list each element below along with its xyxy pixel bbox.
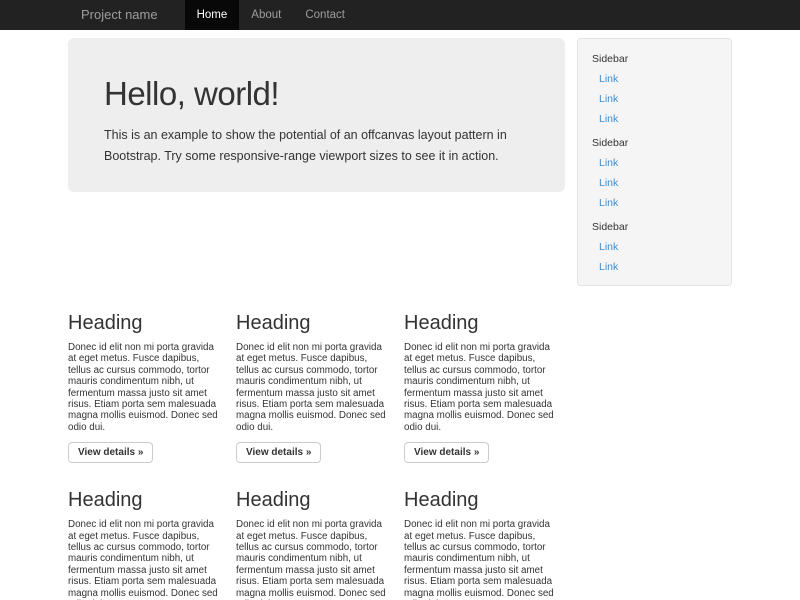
card-body-text: Donec id elit non mi porta gravida at eg… [404, 342, 556, 433]
sidebar-group-heading-1: Sidebar [578, 45, 731, 69]
sidebar-column: SidebarLinkLinkLinkSidebarLinkLinkLinkSi… [577, 38, 732, 286]
sidebar-group-heading-3: Sidebar [578, 213, 731, 237]
sidebar: SidebarLinkLinkLinkSidebarLinkLinkLinkSi… [577, 38, 732, 286]
card-heading: Heading [236, 312, 388, 335]
brand-link[interactable]: Project name [66, 0, 173, 30]
card-heading: Heading [236, 489, 388, 512]
sidebar-link-2-1[interactable]: Link [578, 153, 731, 173]
cards-row-2: Heading Donec id elit non mi porta gravid… [68, 463, 732, 600]
card-heading: Heading [68, 312, 220, 335]
card-heading: Heading [68, 489, 220, 512]
card-1-1: Heading Donec id elit non mi porta gravid… [68, 286, 220, 463]
card-2-2: Heading Donec id elit non mi porta gravid… [236, 463, 388, 600]
nav-item-contact: Contact [293, 0, 357, 30]
card-1-3: Heading Donec id elit non mi porta gravid… [404, 286, 556, 463]
navbar-inner: Project name HomeAboutContact [66, 0, 734, 30]
card-heading: Heading [404, 312, 556, 335]
sidebar-link-2-3[interactable]: Link [578, 193, 731, 213]
page-title: Hello, world! [104, 75, 529, 113]
sidebar-link-3-2[interactable]: Link [578, 257, 731, 277]
cards-section: Heading Donec id elit non mi porta gravid… [68, 286, 732, 600]
nav-menu: HomeAboutContact [185, 0, 357, 30]
card-2-1: Heading Donec id elit non mi porta gravid… [68, 463, 220, 600]
sidebar-link-1-2[interactable]: Link [578, 89, 731, 109]
navbar: Project name HomeAboutContact [0, 0, 800, 30]
sidebar-link-1-3[interactable]: Link [578, 109, 731, 129]
top-row: Hello, world! This is an example to show… [68, 38, 732, 286]
card-body-text: Donec id elit non mi porta gravida at eg… [236, 342, 388, 433]
card-1-2: Heading Donec id elit non mi porta gravid… [236, 286, 388, 463]
view-details-button[interactable]: View details » [236, 442, 321, 463]
card-body-text: Donec id elit non mi porta gravida at eg… [404, 519, 556, 600]
card-heading: Heading [404, 489, 556, 512]
main-column: Hello, world! This is an example to show… [68, 38, 565, 286]
sidebar-link-3-1[interactable]: Link [578, 237, 731, 257]
jumbotron: Hello, world! This is an example to show… [68, 38, 565, 192]
nav-link-contact[interactable]: Contact [293, 0, 357, 30]
card-2-3: Heading Donec id elit non mi porta gravid… [404, 463, 556, 600]
cards-row-1: Heading Donec id elit non mi porta gravid… [68, 286, 732, 463]
nav-item-home: Home [185, 0, 240, 30]
card-body-text: Donec id elit non mi porta gravida at eg… [68, 519, 220, 600]
nav-link-about[interactable]: About [239, 0, 293, 30]
nav-item-about: About [239, 0, 293, 30]
nav-link-home[interactable]: Home [185, 0, 240, 30]
view-details-button[interactable]: View details » [68, 442, 153, 463]
view-details-button[interactable]: View details » [404, 442, 489, 463]
sidebar-link-2-2[interactable]: Link [578, 173, 731, 193]
page-container: Hello, world! This is an example to show… [68, 38, 732, 600]
card-body-text: Donec id elit non mi porta gravida at eg… [236, 519, 388, 600]
card-body-text: Donec id elit non mi porta gravida at eg… [68, 342, 220, 433]
sidebar-link-1-1[interactable]: Link [578, 69, 731, 89]
jumbotron-text: This is an example to show the potential… [104, 125, 529, 167]
sidebar-group-heading-2: Sidebar [578, 129, 731, 153]
